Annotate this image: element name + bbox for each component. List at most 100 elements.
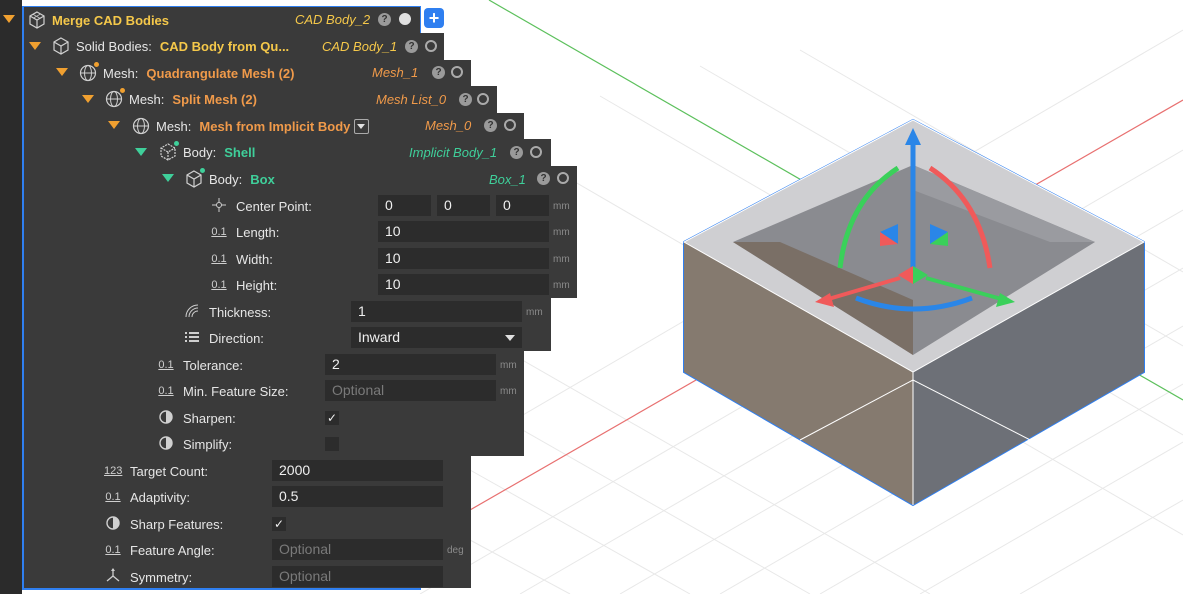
sharpen-row: Sharpen: xyxy=(157,405,327,431)
center-z-field[interactable]: 0 xyxy=(496,195,549,216)
thickness-icon xyxy=(183,303,201,322)
collapse-split-icon[interactable] xyxy=(82,95,94,103)
collapse-quad-icon[interactable] xyxy=(56,68,68,76)
visibility-toggle-icon[interactable] xyxy=(504,119,516,131)
direction-value: Inward xyxy=(358,329,401,345)
chevron-down-icon xyxy=(505,335,515,341)
half-circle-icon xyxy=(104,515,122,533)
node-name: Quadrangulate Mesh (2) xyxy=(146,65,295,81)
height-row: 0.1 Height: xyxy=(210,272,380,298)
unit-label: mm xyxy=(500,386,517,397)
collapse-implicit-icon[interactable] xyxy=(108,121,120,129)
decimal-number-icon: 0.1 xyxy=(105,491,121,503)
visibility-toggle-icon[interactable] xyxy=(425,40,437,52)
collapse-solid-icon[interactable] xyxy=(29,42,41,50)
property-label: Adaptivity: xyxy=(130,489,190,505)
property-label: Sharpen: xyxy=(183,410,236,426)
visibility-toggle-icon[interactable] xyxy=(477,93,489,105)
help-icon[interactable]: ? xyxy=(378,13,391,26)
node-name: Mesh from Implicit Body xyxy=(199,118,351,134)
width-row: 0.1 Width: xyxy=(210,246,380,272)
direction-row: Direction: xyxy=(183,325,353,351)
unit-label: mm xyxy=(553,280,570,291)
symmetry-field[interactable]: Optional xyxy=(272,566,443,587)
tolerance-row: 0.1 Tolerance: xyxy=(157,352,327,378)
center-x-field[interactable]: 0 xyxy=(378,195,431,216)
chevron-down-icon xyxy=(357,123,366,129)
unit-label: deg xyxy=(447,545,464,556)
property-label: Min. Feature Size: xyxy=(183,383,289,399)
decimal-number-icon: 0.1 xyxy=(158,359,174,371)
feature-angle-row: 0.1 Feature Angle: xyxy=(104,537,274,563)
thickness-row: Thickness: xyxy=(183,299,353,325)
visibility-toggle-icon[interactable] xyxy=(399,13,411,25)
property-label: Symmetry: xyxy=(130,569,193,585)
half-circle-icon xyxy=(157,435,175,453)
sharp-features-checkbox[interactable]: ✓ xyxy=(272,517,286,531)
node-label: Mesh: xyxy=(103,65,139,81)
simplify-row: Simplify: xyxy=(157,431,327,457)
collapse-box-icon[interactable] xyxy=(162,174,174,182)
tolerance-field[interactable]: 2 xyxy=(325,354,496,375)
adaptivity-row: 0.1 Adaptivity: xyxy=(104,484,274,510)
visibility-toggle-icon[interactable] xyxy=(451,66,463,78)
node-output: CAD Body_2 xyxy=(295,12,371,27)
help-icon[interactable]: ? xyxy=(484,119,497,132)
property-label: Sharp Features: xyxy=(130,516,224,532)
unit-label: mm xyxy=(553,201,570,212)
property-label: Direction: xyxy=(209,330,264,346)
node-name: Merge CAD Bodies xyxy=(52,12,170,28)
crosshair-icon xyxy=(210,197,228,215)
decimal-number-icon: 0.1 xyxy=(211,253,227,265)
min-feature-size-row: 0.1 Min. Feature Size: xyxy=(157,378,327,404)
integer-number-icon: 123 xyxy=(104,465,123,477)
min-feature-size-field[interactable]: Optional xyxy=(325,380,496,401)
help-icon[interactable]: ? xyxy=(432,66,445,79)
node-output: Mesh_1 xyxy=(372,65,419,80)
property-label: Tolerance: xyxy=(183,357,243,373)
node-output: Mesh List_0 xyxy=(376,92,447,107)
length-field[interactable]: 10 xyxy=(378,221,549,242)
help-icon[interactable]: ? xyxy=(405,40,418,53)
node-output: Box_1 xyxy=(489,172,526,187)
help-icon[interactable]: ? xyxy=(459,93,472,106)
half-circle-icon xyxy=(157,409,175,427)
node-label: Mesh: xyxy=(156,118,192,134)
decimal-number-icon: 0.1 xyxy=(211,226,227,238)
feature-angle-field[interactable]: Optional xyxy=(272,539,443,560)
visibility-toggle-icon[interactable] xyxy=(530,146,542,158)
help-icon[interactable]: ? xyxy=(510,146,523,159)
center-y-field[interactable]: 0 xyxy=(437,195,490,216)
node-label: Mesh: xyxy=(129,91,165,107)
node-label: Body: xyxy=(209,171,243,187)
width-field[interactable]: 10 xyxy=(378,248,549,269)
target-count-row: 123 Target Count: xyxy=(104,458,274,484)
box-body-icon xyxy=(185,168,205,188)
collapse-merge-icon[interactable] xyxy=(3,15,15,23)
thickness-field[interactable]: 1 xyxy=(351,301,522,322)
unit-label: mm xyxy=(553,227,570,238)
collapse-shell-icon[interactable] xyxy=(135,148,147,156)
height-field[interactable]: 10 xyxy=(378,274,549,295)
modified-dot xyxy=(120,88,125,93)
cad-body-icon xyxy=(28,11,46,29)
property-label: Center Point: xyxy=(236,198,312,214)
node-label: Solid Bodies: xyxy=(76,38,152,54)
sharpen-checkbox[interactable]: ✓ xyxy=(325,411,339,425)
direction-select[interactable]: Inward xyxy=(351,327,522,348)
node-name: Shell xyxy=(224,144,256,160)
adaptivity-field[interactable]: 0.5 xyxy=(272,486,443,507)
simplify-checkbox[interactable] xyxy=(325,437,339,451)
help-icon[interactable]: ? xyxy=(537,172,550,185)
unit-label: mm xyxy=(526,307,543,318)
node-options-dropdown[interactable] xyxy=(354,118,370,134)
property-label: Height: xyxy=(236,277,278,293)
tree-gutter xyxy=(0,0,22,594)
node-name: Split Mesh (2) xyxy=(172,91,257,107)
add-node-button[interactable]: + xyxy=(424,8,444,28)
target-count-field[interactable]: 2000 xyxy=(272,460,443,481)
property-label: Thickness: xyxy=(209,304,272,320)
center-point-row: Center Point: xyxy=(210,193,380,219)
modified-dot xyxy=(94,62,99,67)
visibility-toggle-icon[interactable] xyxy=(557,172,569,184)
